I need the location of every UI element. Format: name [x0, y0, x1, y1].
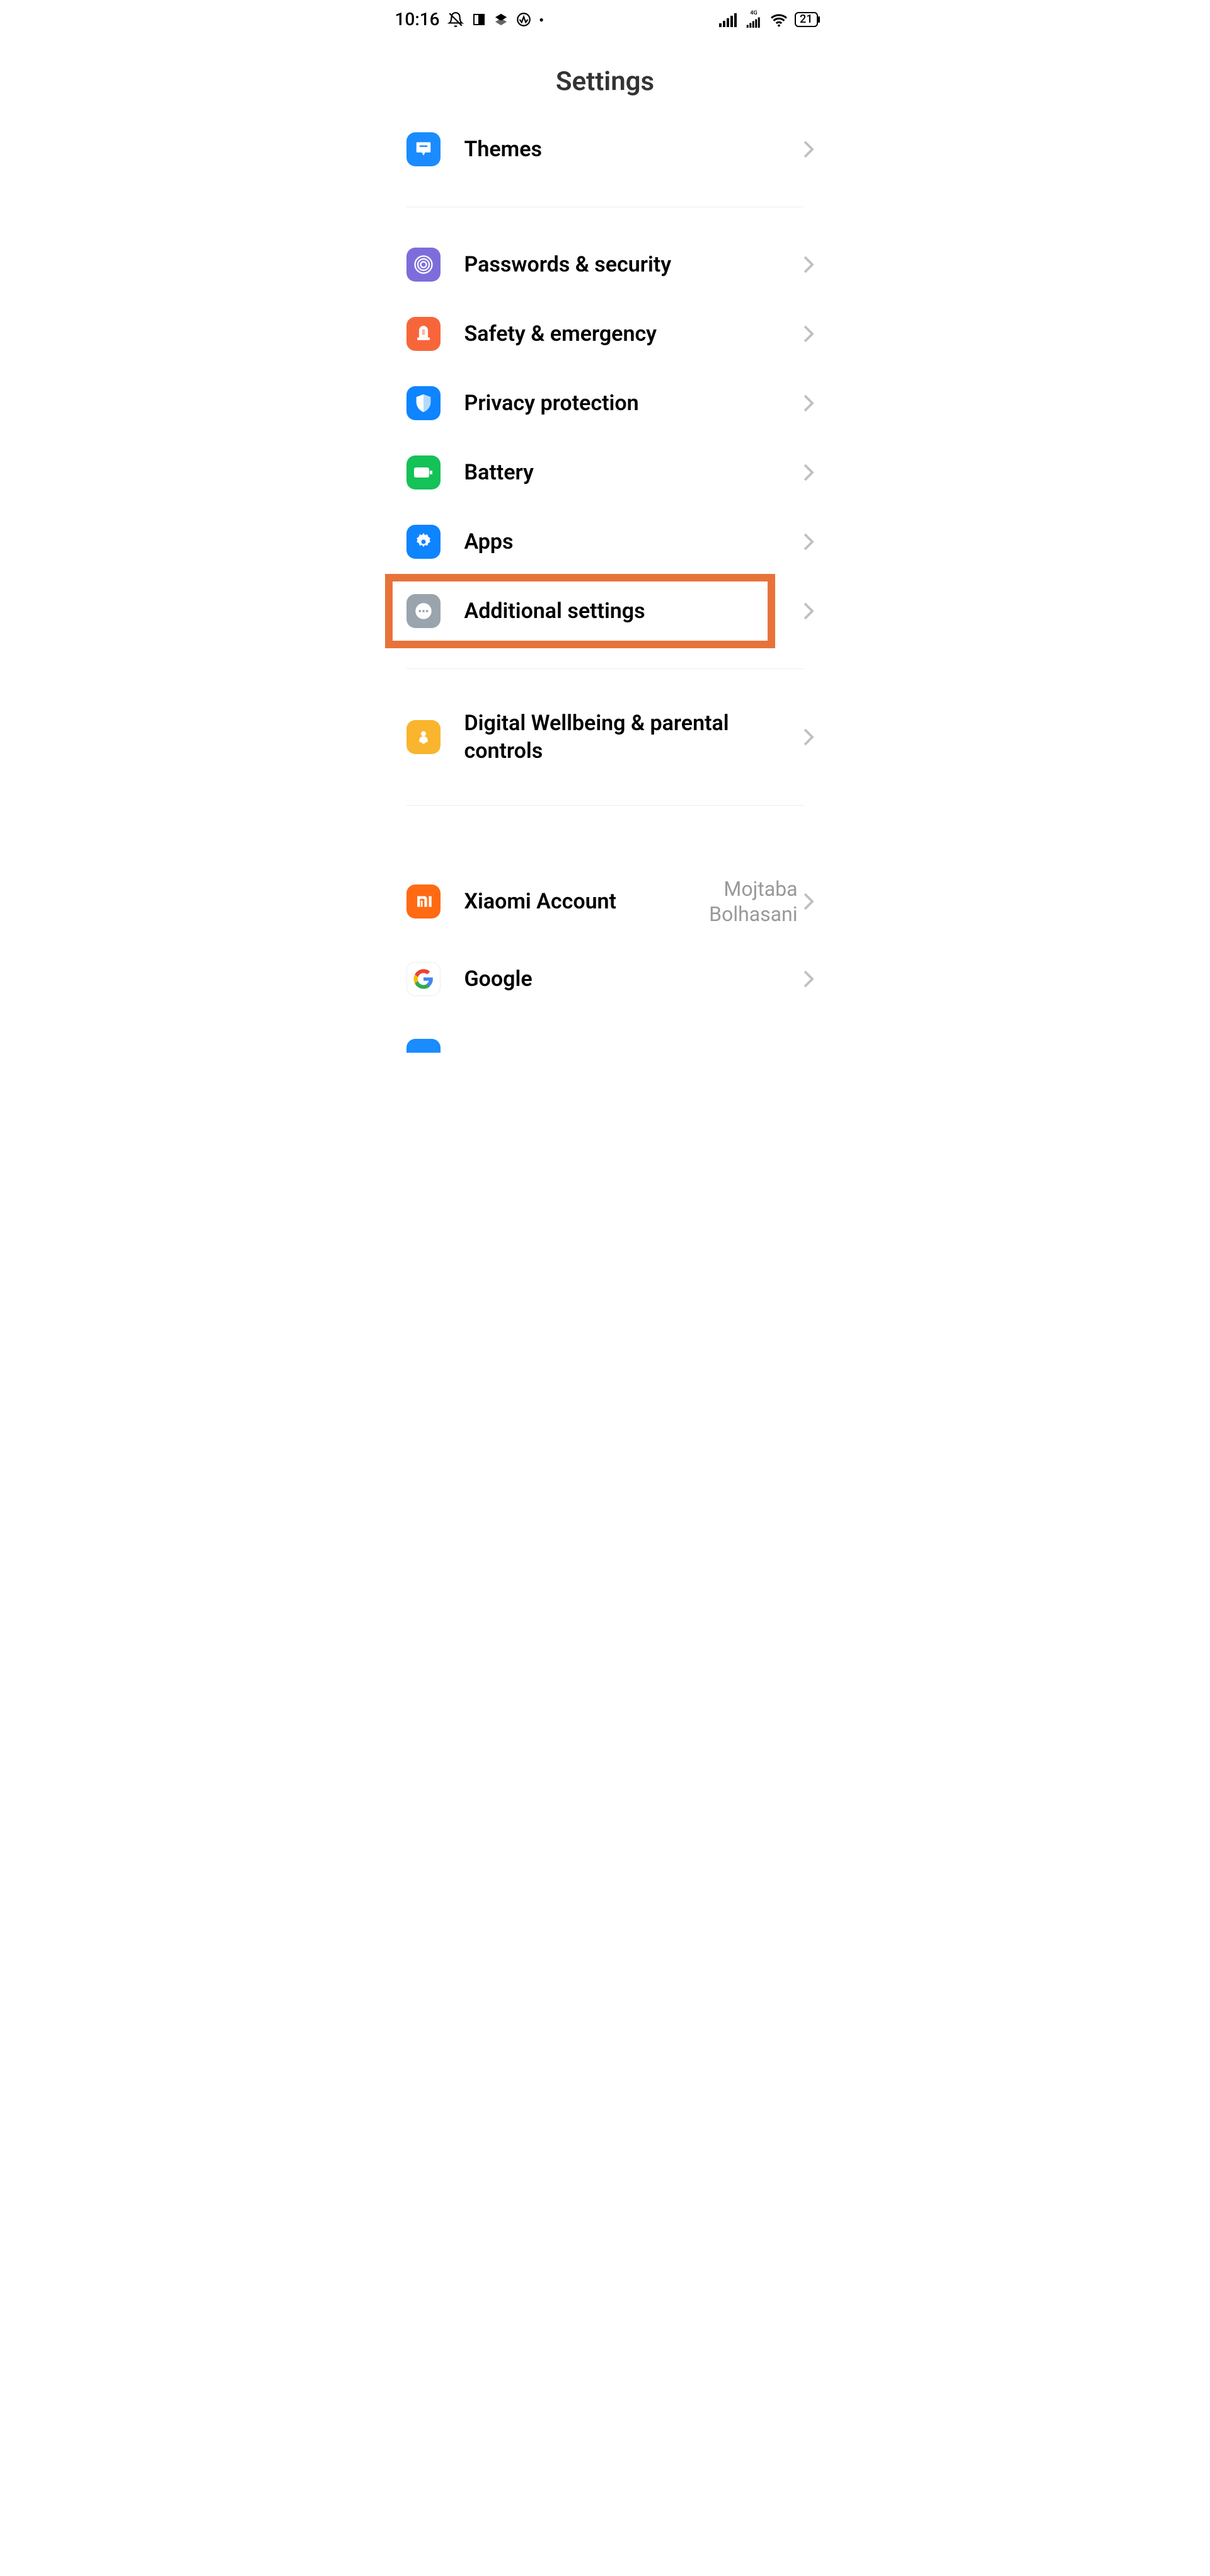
chevron-right-icon	[803, 394, 814, 413]
setting-label: Safety & emergency	[464, 320, 803, 348]
wellbeing-icon	[406, 720, 441, 754]
setting-value: Mojtaba Bolhasani	[709, 876, 797, 927]
divider	[406, 668, 804, 669]
sync-icon	[516, 11, 532, 28]
setting-apps[interactable]: Apps	[374, 507, 837, 576]
setting-label: Themes	[464, 135, 803, 163]
setting-label: Additional settings	[464, 597, 803, 625]
xiaomi-icon	[406, 884, 441, 919]
setting-label: Google	[464, 965, 803, 993]
setting-google[interactable]: Google	[374, 944, 837, 1014]
setting-xiaomi-account[interactable]: Xiaomi Account Mojtaba Bolhasani	[374, 859, 837, 944]
chevron-right-icon	[803, 463, 814, 482]
setting-label: Passwords & security	[464, 251, 803, 278]
signal-1-icon	[719, 12, 738, 27]
status-time: 10:16	[395, 9, 440, 30]
chevron-right-icon	[803, 324, 814, 343]
setting-privacy[interactable]: Privacy protection	[374, 369, 837, 438]
page-title: Settings	[374, 36, 837, 115]
setting-label: Battery	[464, 459, 803, 486]
setting-label: Privacy protection	[464, 389, 803, 417]
shield-icon	[406, 386, 441, 420]
battery-level: 21	[800, 13, 812, 26]
emergency-icon	[406, 317, 441, 351]
setting-battery[interactable]: Battery	[374, 438, 837, 507]
google-icon	[406, 962, 441, 996]
layers-icon	[494, 13, 508, 26]
fingerprint-icon	[406, 248, 441, 282]
divider	[406, 805, 804, 806]
chevron-right-icon	[803, 532, 814, 551]
setting-safety[interactable]: Safety & emergency	[374, 299, 837, 369]
setting-themes[interactable]: Themes	[374, 115, 837, 184]
status-left: 10:16 ●	[395, 9, 544, 30]
settings-list: Themes Passwords & security Safety & eme…	[374, 115, 837, 1053]
chevron-right-icon	[803, 970, 814, 988]
chevron-right-icon	[803, 255, 814, 274]
gear-icon	[406, 525, 441, 559]
setting-wellbeing[interactable]: Digital Wellbeing & parental controls	[374, 692, 837, 782]
battery-icon: 21	[795, 12, 817, 27]
setting-label: Digital Wellbeing & parental controls	[464, 709, 803, 765]
signal-4g-icon: 4G	[744, 11, 763, 28]
status-right: 4G 21	[719, 11, 817, 28]
chevron-right-icon	[803, 140, 814, 159]
status-bar: 10:16 ● 4G 21	[374, 0, 837, 36]
square-icon	[471, 12, 487, 27]
themes-icon	[406, 132, 441, 166]
partial-next-item	[406, 1039, 441, 1053]
battery-setting-icon	[406, 455, 441, 489]
chevron-right-icon	[803, 602, 814, 621]
setting-label: Xiaomi Account	[464, 888, 710, 915]
chevron-right-icon	[803, 892, 814, 911]
chevron-right-icon	[803, 728, 814, 747]
setting-label: Apps	[464, 528, 803, 556]
dot-icon: ●	[539, 15, 544, 24]
more-icon	[406, 594, 441, 628]
bell-off-icon	[447, 11, 464, 28]
wifi-icon	[769, 12, 788, 27]
setting-additional[interactable]: Additional settings	[374, 576, 837, 646]
setting-passwords[interactable]: Passwords & security	[374, 230, 837, 299]
